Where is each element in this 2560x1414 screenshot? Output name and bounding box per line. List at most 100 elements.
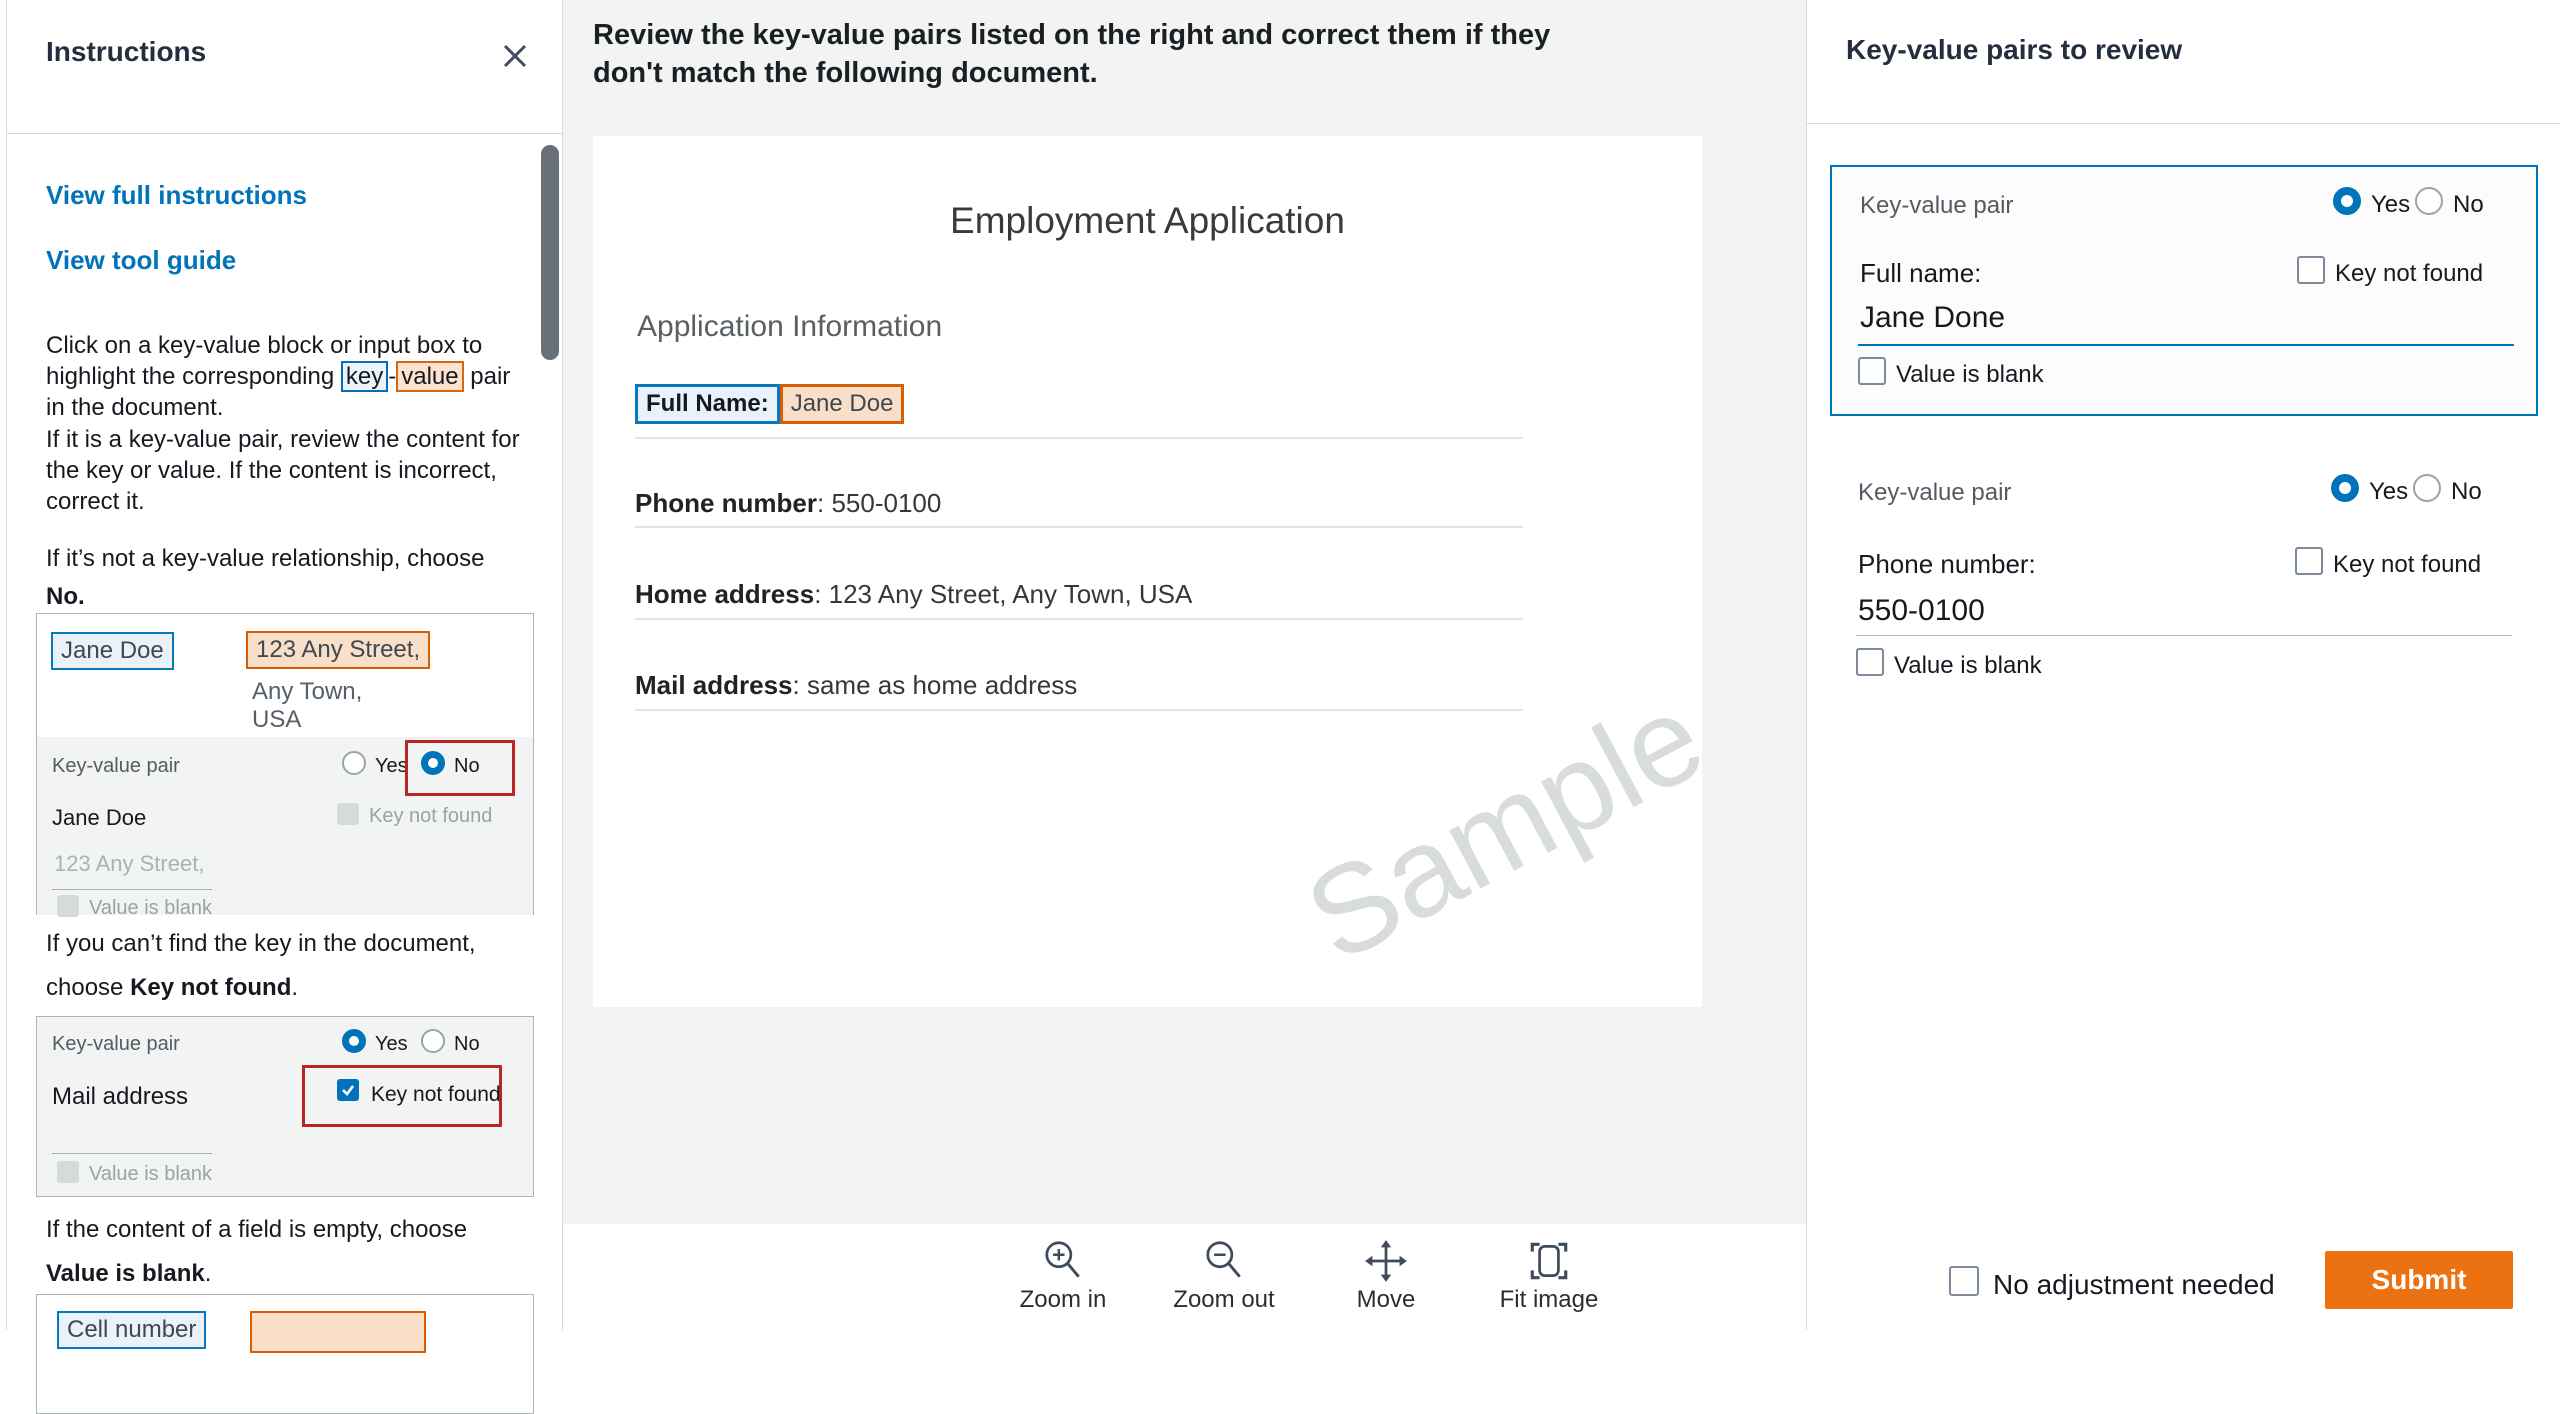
no-label[interactable]: No (2453, 191, 2484, 219)
kv-card-full-name[interactable]: Key-value pair Yes No Full name: Key not… (1830, 165, 2538, 416)
value-blank-checkbox (57, 1161, 79, 1183)
key-not-found-label[interactable]: Key not found (2333, 551, 2481, 579)
no-radio[interactable] (2415, 187, 2443, 215)
zoom-out-icon (1206, 1241, 1241, 1278)
example1-value-line2: Any Town, (252, 678, 363, 705)
instructions-paragraph-3: If it’s not a key-value relationship, ch… (46, 540, 526, 616)
value-input[interactable] (1860, 301, 2500, 335)
key-not-found-checkbox[interactable] (2295, 547, 2323, 575)
chip-text: Cell number (57, 1311, 207, 1349)
example1-key-text: Jane Doe (52, 805, 147, 830)
move-label: Move (1356, 1286, 1416, 1313)
no-bold: No. (46, 583, 85, 610)
task-prompt-line1: Review the key-value pairs listed on the… (593, 19, 1551, 51)
example3-key-chip: Cell number (57, 1311, 207, 1349)
kv-pair-label: Key-value pair (52, 755, 180, 777)
value-blank-label[interactable]: Value is blank (1896, 361, 2044, 389)
review-panel: Key-value pairs to review Key-value pair… (1806, 0, 2560, 1330)
move-button[interactable]: Move (1311, 1238, 1461, 1314)
key-not-found-label: Key not found (369, 805, 493, 827)
task-prompt-line2: don't match the following document. (593, 57, 1098, 89)
fit-image-button[interactable]: Fit image (1474, 1238, 1624, 1314)
red-highlight-box (405, 740, 515, 796)
no-label[interactable]: No (2451, 478, 2482, 506)
example-box-3: Cell number (36, 1294, 534, 1414)
value-blank-label[interactable]: Value is blank (1894, 652, 2042, 680)
value-blank-label: Value is blank (89, 1163, 213, 1185)
kv-pair-label: Key-value pair (1858, 479, 2012, 506)
full-name-key-highlight[interactable]: Full Name: (635, 384, 780, 424)
zoom-in-button[interactable]: Zoom in (988, 1238, 1138, 1314)
paragraph-text: choose (46, 974, 131, 1001)
document-section-heading: Application Information (637, 310, 943, 343)
example1-key-chip: Jane Doe (51, 632, 174, 670)
instructions-panel: Instructions View full instructions View… (6, 0, 564, 1414)
header-divider (7, 133, 564, 134)
no-radio[interactable] (2413, 474, 2441, 502)
full-name-value-highlight[interactable]: Jane Doe (779, 384, 905, 424)
paragraph-text: . (291, 974, 299, 1001)
sample-watermark: Sample (1285, 666, 1702, 989)
no-adjustment-checkbox[interactable] (1949, 1266, 1979, 1296)
yes-label[interactable]: Yes (2371, 191, 2410, 219)
field-key: Phone number (635, 488, 818, 518)
document-row-phone[interactable]: Phone number: 550-0100 (635, 488, 941, 519)
key-not-found-checkbox[interactable] (2297, 256, 2325, 284)
view-full-instructions-link[interactable]: View full instructions (46, 180, 307, 211)
key-not-found-bold: Key not found (130, 974, 292, 1001)
fit-image-label: Fit image (1499, 1286, 1599, 1313)
document-field-underline (635, 437, 1523, 439)
document-field-underline (635, 618, 1523, 620)
instructions-title: Instructions (46, 36, 207, 67)
instructions-paragraph-4: If you can’t find the key in the documen… (46, 922, 526, 1010)
paragraph-text: If it’s not a key-value relationship, ch… (46, 545, 485, 572)
document-page[interactable]: Employment Application Application Infor… (593, 136, 1702, 1007)
instructions-paragraph-1: Click on a key-value block or input box … (46, 330, 526, 423)
scrollbar-thumb[interactable] (541, 145, 559, 360)
task-prompt: Review the key-value pairs listed on the… (593, 16, 1773, 92)
move-icon (1365, 1240, 1407, 1282)
document-row-full-name[interactable]: Full Name: Jane Doe (635, 384, 905, 424)
review-divider (1807, 123, 2560, 124)
key-label: Full name: (1860, 258, 1982, 288)
example-box-1: Jane Doe 123 Any Street, Any Town, USA K… (36, 613, 534, 919)
yes-radio[interactable] (2333, 187, 2361, 215)
key-not-found-checkbox (337, 803, 359, 825)
zoom-in-icon (1045, 1241, 1080, 1278)
input-underline (52, 889, 212, 890)
no-radio (421, 1029, 445, 1053)
paragraph-text: . (204, 1260, 212, 1287)
field-key: Home address (635, 579, 815, 609)
value-input[interactable] (1858, 594, 2498, 628)
fit-image-icon (1530, 1242, 1568, 1280)
no-adjustment-label[interactable]: No adjustment needed (1993, 1269, 2275, 1301)
key-not-found-label[interactable]: Key not found (2335, 260, 2483, 288)
kv-pair-label: Key-value pair (52, 1033, 180, 1055)
instructions-paragraph-5: If the content of a field is empty, choo… (46, 1208, 526, 1296)
view-tool-guide-link[interactable]: View tool guide (46, 245, 236, 276)
value-blank-checkbox (57, 895, 79, 917)
close-button[interactable] (495, 36, 535, 76)
yes-label: Yes (375, 755, 408, 777)
submit-button[interactable]: Submit (2325, 1251, 2513, 1309)
input-underline-focused (1858, 344, 2514, 346)
no-label: No (454, 1033, 480, 1055)
document-panel: Review the key-value pairs listed on the… (563, 0, 1806, 1330)
value-token: value (396, 361, 464, 392)
value-is-blank-bold: Value is blank (46, 1260, 205, 1287)
red-highlight-box (302, 1065, 502, 1127)
yes-label: Yes (375, 1033, 408, 1055)
yes-radio[interactable] (2331, 474, 2359, 502)
document-field-underline (635, 526, 1523, 528)
input-underline (1856, 635, 2512, 636)
document-row-home-address[interactable]: Home address: 123 Any Street, Any Town, … (635, 579, 1192, 610)
field-key: Mail address (635, 670, 793, 700)
example1-value-input: 123 Any Street, (54, 851, 205, 876)
document-row-mail-address[interactable]: Mail address: same as home address (635, 670, 1077, 701)
value-blank-checkbox[interactable] (1856, 648, 1884, 676)
yes-label[interactable]: Yes (2369, 478, 2408, 506)
value-blank-checkbox[interactable] (1858, 357, 1886, 385)
kv-card-phone-number[interactable]: Key-value pair Yes No Phone number: Key … (1830, 455, 2538, 695)
document-field-underline (635, 709, 1523, 711)
zoom-out-button[interactable]: Zoom out (1149, 1238, 1299, 1314)
